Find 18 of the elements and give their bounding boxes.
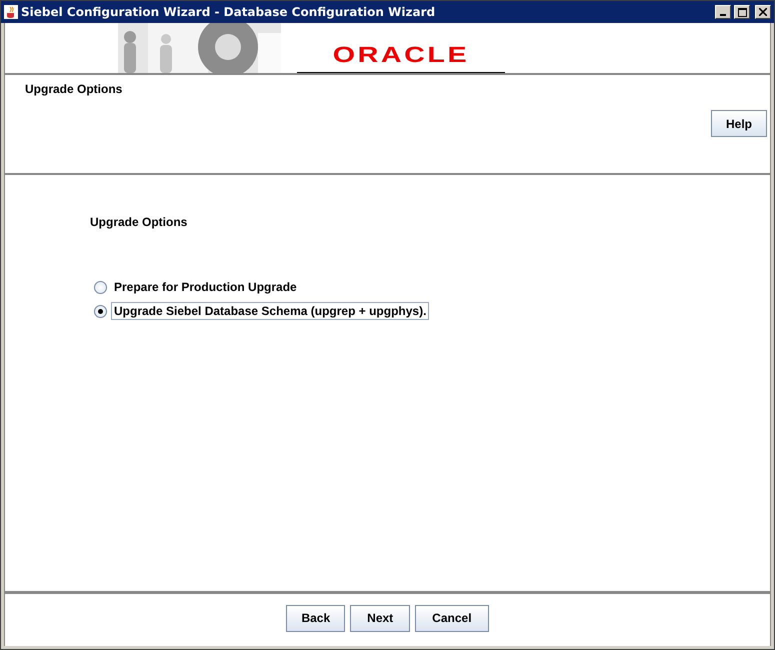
maximize-icon xyxy=(738,8,746,16)
section-heading: Upgrade Options xyxy=(90,215,188,229)
minimize-button[interactable] xyxy=(715,5,731,19)
option-label[interactable]: Prepare for Production Upgrade xyxy=(111,278,300,296)
java-cup-icon xyxy=(4,5,18,19)
maximize-button[interactable] xyxy=(734,5,750,19)
window-title: Siebel Configuration Wizard - Database Configuration Wizard xyxy=(21,5,436,19)
close-button[interactable] xyxy=(755,5,771,19)
help-button[interactable]: Help xyxy=(710,110,767,137)
close-icon xyxy=(759,8,767,16)
radio-button[interactable] xyxy=(94,280,107,294)
radio-button[interactable] xyxy=(94,304,107,318)
page-title: Upgrade Options xyxy=(25,82,124,96)
cancel-button[interactable]: Cancel xyxy=(415,604,489,632)
back-button[interactable]: Back xyxy=(286,604,346,632)
option-label[interactable]: Upgrade Siebel Database Schema (upgrep + upgphys). xyxy=(111,302,430,320)
oracle-logo: ORACLE xyxy=(297,42,505,73)
next-button[interactable]: Next xyxy=(350,604,410,632)
